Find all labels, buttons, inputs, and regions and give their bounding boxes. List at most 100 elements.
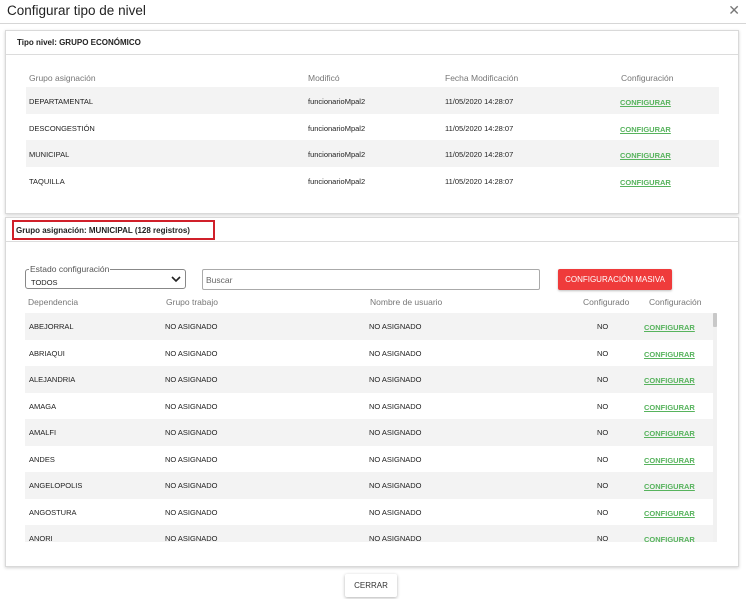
table-row: AMALFI NO ASIGNADO NO ASIGNADO NO CONFIGURAR [25, 419, 713, 446]
tipo-nivel-panel: Tipo nivel: GRUPO ECONÓMICO Grupo asigna… [5, 30, 739, 214]
grupo-trabajo-cell: NO ASIGNADO [165, 481, 218, 490]
tipo-nivel-header: Tipo nivel: GRUPO ECONÓMICO [6, 31, 738, 55]
grupo-cell: MUNICIPAL [29, 150, 70, 159]
configurar-link[interactable]: CONFIGURAR [644, 535, 695, 542]
table-row: ALEJANDRIA NO ASIGNADO NO ASIGNADO NO CONFIG… [25, 366, 713, 393]
dependencia-cell: ABEJORRAL [29, 322, 74, 331]
table-scrollbar[interactable] [713, 313, 717, 542]
nombre-usuario-cell: NO ASIGNADO [369, 401, 422, 411]
tipo-nivel-title: Tipo nivel: GRUPO ECONÓMICO [17, 38, 141, 47]
column-header-nombre-usuario: Nombre de usuario [370, 297, 443, 307]
table-row: ANORI NO ASIGNADO NO ASIGNADO NO CONFIGURAR [25, 525, 713, 542]
grupo-trabajo-cell: NO ASIGNADO [165, 401, 218, 411]
nombre-usuario-cell: NO ASIGNADO [369, 322, 422, 331]
configurar-link[interactable]: CONFIGURAR [644, 482, 695, 491]
configurar-link[interactable]: CONFIGURAR [620, 151, 671, 160]
modifico-cell: funcionarioMpal2 [308, 123, 366, 133]
search-input[interactable] [202, 269, 540, 290]
table-row: ABRIAQUI NO ASIGNADO NO ASIGNADO NO CONFIGUR… [25, 340, 713, 367]
configurado-cell: NO [597, 481, 609, 490]
column-header-dependencia: Dependencia [28, 297, 79, 307]
configurar-link[interactable]: CONFIGURAR [620, 98, 671, 107]
nombre-usuario-cell: NO ASIGNADO [369, 375, 422, 384]
table-row: TAQUILLA funcionarioMpal2 11/05/2020 14:28… [26, 167, 719, 194]
column-header-grupo-trabajo: Grupo trabajo [166, 297, 218, 307]
grupo-trabajo-cell: NO ASIGNADO [165, 454, 218, 464]
configuracion-masiva-button[interactable]: CONFIGURACIÓN MASIVA [558, 269, 672, 290]
dependencia-cell: ANGELOPOLIS [29, 481, 83, 490]
estado-configuracion-value: TODOS [31, 278, 58, 287]
cerrar-button[interactable]: CERRAR [345, 574, 397, 597]
dependencia-cell: ABRIAQUI [29, 348, 65, 358]
grupo-cell: TAQUILLA [29, 176, 65, 186]
estado-configuracion-label: Estado configuración [29, 264, 111, 274]
configurar-link[interactable]: CONFIGURAR [644, 509, 695, 518]
grupo-trabajo-cell: NO ASIGNADO [165, 428, 218, 437]
configurado-cell: NO [597, 507, 609, 517]
dependencia-cell: ANDES [29, 454, 55, 464]
modifico-cell: funcionarioMpal2 [308, 176, 366, 186]
grupo-cell: DESCONGESTIÓN [29, 123, 95, 133]
table-row: AMAGA NO ASIGNADO NO ASIGNADO NO CONFIGURAR [25, 393, 713, 420]
dependencia-cell: ANGOSTURA [29, 507, 77, 517]
dependencia-cell: ALEJANDRIA [29, 375, 76, 384]
table-row: DESCONGESTIÓN funcionarioMpal2 11/05/2020 … [26, 114, 719, 141]
configurado-cell: NO [597, 428, 609, 437]
table-row: DEPARTAMENTAL funcionarioMpal2 11/05/2020 … [26, 87, 719, 114]
chevron-down-icon [171, 276, 181, 283]
nombre-usuario-cell: NO ASIGNADO [369, 454, 422, 464]
table-row: ANDES NO ASIGNADO NO ASIGNADO NO CONFIGURAR [25, 446, 713, 473]
configurado-cell: NO [597, 534, 609, 542]
table-row: ANGELOPOLIS NO ASIGNADO NO ASIGNADO NO CONFI… [25, 472, 713, 499]
nombre-usuario-cell: NO ASIGNADO [369, 481, 422, 490]
grupo-asignacion-title: Grupo asignación: MUNICIPAL (128 registr… [16, 226, 190, 235]
configurar-link[interactable]: CONFIGURAR [644, 323, 695, 332]
grupo-trabajo-cell: NO ASIGNADO [165, 322, 218, 331]
nombre-usuario-cell: NO ASIGNADO [369, 348, 422, 358]
dependencias-table[interactable]: ABEJORRAL NO ASIGNADO NO ASIGNADO NO CONFIGU… [25, 313, 717, 542]
nombre-usuario-cell: NO ASIGNADO [369, 534, 422, 542]
configurado-cell: NO [597, 375, 609, 384]
column-header-configuracion: Configuración [621, 73, 674, 83]
table-row: ABEJORRAL NO ASIGNADO NO ASIGNADO NO CONFIGU… [25, 313, 713, 340]
grupos-table-header: Grupo asignación Modificó Fecha Modifica… [26, 69, 719, 87]
configurar-link[interactable]: CONFIGURAR [644, 456, 695, 465]
configurar-link[interactable]: CONFIGURAR [644, 376, 695, 385]
configurado-cell: NO [597, 322, 609, 331]
configurar-link[interactable]: CONFIGURAR [644, 403, 695, 412]
dependencia-cell: AMAGA [29, 401, 57, 411]
close-icon[interactable]: ✕ [728, 2, 740, 19]
dependencia-cell: ANORI [29, 534, 53, 542]
modifico-cell: funcionarioMpal2 [308, 97, 366, 106]
grupo-trabajo-cell: NO ASIGNADO [165, 507, 218, 517]
column-header-configurado: Configurado [583, 297, 630, 307]
scrollbar-thumb[interactable] [713, 313, 717, 327]
dependencias-table-header: Dependencia Grupo trabajo Nombre de usua… [25, 294, 715, 312]
fecha-cell: 11/05/2020 14:28:07 [445, 176, 514, 186]
grupo-trabajo-cell: NO ASIGNADO [165, 375, 218, 384]
nombre-usuario-cell: NO ASIGNADO [369, 428, 422, 437]
configurar-link[interactable]: CONFIGURAR [644, 429, 695, 438]
table-row: MUNICIPAL funcionarioMpal2 11/05/2020 14:2… [26, 140, 719, 167]
dialog-header: Configurar tipo de nivel ✕ [0, 0, 746, 24]
configurar-link[interactable]: CONFIGURAR [620, 178, 671, 187]
dependencia-cell: AMALFI [29, 428, 57, 437]
grupos-table: Grupo asignación Modificó Fecha Modifica… [26, 69, 719, 193]
modifico-cell: funcionarioMpal2 [308, 150, 366, 159]
grupo-trabajo-cell: NO ASIGNADO [165, 534, 218, 542]
fecha-cell: 11/05/2020 14:28:07 [445, 123, 514, 133]
column-header-fecha: Fecha Modificación [445, 73, 519, 83]
column-header-modifico: Modificó [308, 73, 340, 83]
column-header-grupo: Grupo asignación [29, 73, 96, 83]
configurar-link[interactable]: CONFIGURAR [644, 350, 695, 359]
grupo-trabajo-cell: NO ASIGNADO [165, 348, 218, 358]
nombre-usuario-cell: NO ASIGNADO [369, 507, 422, 517]
grupo-asignacion-header: Grupo asignación: MUNICIPAL (128 registr… [6, 218, 738, 242]
configurar-link[interactable]: CONFIGURAR [620, 125, 671, 134]
grupo-cell: DEPARTAMENTAL [29, 97, 94, 106]
dialog-title: Configurar tipo de nivel [7, 3, 146, 18]
configurado-cell: NO [597, 454, 609, 464]
configurado-cell: NO [597, 401, 609, 411]
table-row: ANGOSTURA NO ASIGNADO NO ASIGNADO NO CONFIGU… [25, 499, 713, 526]
configurado-cell: NO [597, 348, 609, 358]
